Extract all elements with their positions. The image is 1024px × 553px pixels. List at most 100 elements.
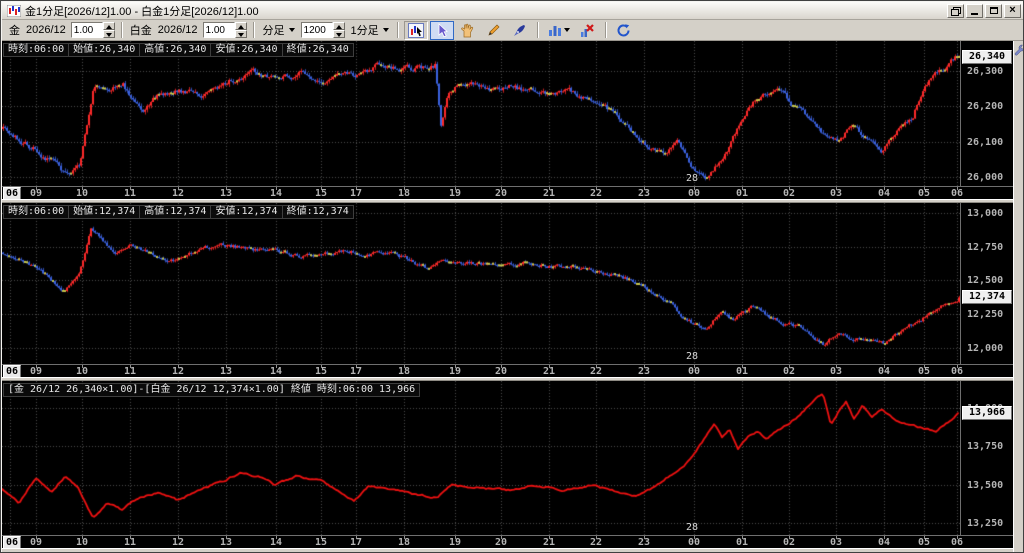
platinum-plot-area[interactable]: 時刻:06:00始値:12,374高値:12,374安値:12,374終値:12… [2,203,960,364]
time-axis-label: 18 [398,537,410,548]
chart-style-button[interactable] [544,21,574,40]
time-axis-label: 18 [398,188,410,199]
period-type-label: 分足 [263,22,285,38]
price-axis-label: 26,300 [967,66,1003,77]
minimize-icon [971,13,978,15]
select-cursor-icon [435,23,449,38]
time-axis-label: 12 [172,366,184,377]
select-cursor-button[interactable] [430,21,454,40]
bar-count-up-button[interactable] [333,22,345,30]
time-axis-label: 21 [543,537,555,548]
gold-plot-area[interactable]: 時刻:06:00始値:26,340高値:26,340安値:26,340終値:26… [2,41,960,186]
time-axis-label: 01 [736,537,748,548]
spread-line-chart[interactable] [2,381,960,535]
time-axis-label: 09 [30,366,42,377]
time-axis-label: 14 [270,188,282,199]
time-axis-label: 20 [495,188,507,199]
time-axis-label: 14 [270,537,282,548]
bar-count-down-button[interactable] [333,30,345,38]
info-segment: 終値:26,340 [282,43,354,57]
gold-candle-chart[interactable] [2,41,960,186]
platinum-multiplier-down-button[interactable] [235,30,247,38]
time-axis-label: 22 [590,366,602,377]
maximize-button[interactable] [985,4,1002,18]
close-button[interactable]: × [1004,4,1021,18]
platinum-candle-chart[interactable] [2,203,960,364]
refresh-button[interactable] [612,21,636,40]
period-type-dropdown[interactable]: 分足 [259,20,299,40]
time-axis-label: 17 [350,188,362,199]
time-axis-label: 10 [76,537,88,548]
delete-drawing-button[interactable] [576,21,600,40]
time-axis-label: 18 [398,366,410,377]
time-axis-label: 04 [878,188,890,199]
date-label: 28 [686,173,698,184]
wrench-icon[interactable] [1014,44,1024,56]
time-axis-label: 09 [30,188,42,199]
bar-count-spinner [301,22,345,38]
bottom-frame-strip [2,548,1013,553]
right-frame-strip [1013,41,1024,553]
refresh-icon [616,23,631,38]
title-bar[interactable]: 金1分足[2026/12]1.00 - 白金1分足[2026/12]1.00 × [2,2,1024,20]
time-axis-label: 12 [172,188,184,199]
gold-multiplier-input[interactable] [71,22,103,38]
gold-month-label: 2026/12 [26,24,66,36]
time-axis-label: 11 [124,537,136,548]
chart-area: 時刻:06:00始値:26,340高値:26,340安値:26,340終値:26… [2,41,1013,548]
platinum-multiplier-input[interactable] [203,22,235,38]
gold-multiplier-spinner [71,22,115,38]
pencil-draw-button[interactable] [482,21,506,40]
toolbar-separator [605,22,607,38]
price-axis-label: 13,500 [967,480,1003,491]
spread-price-axis[interactable]: 14,00013,75013,50013,25013,966 [960,381,1013,548]
hand-pan-icon [460,23,475,38]
float-icon [951,7,960,15]
platinum-price-axis[interactable]: 13,00012,75012,50012,25012,00012,374 [960,203,1013,377]
gold-multiplier-down-button[interactable] [103,30,115,38]
interval-dropdown[interactable]: 1分足 [347,20,393,40]
hand-pan-button[interactable] [456,21,480,40]
time-axis-label: 05 [918,366,930,377]
info-segment: 時刻:06:00 [3,43,69,57]
spread-plot-area[interactable]: [金 26/12 26,340×1.00]-[白金 26/12 12,374×1… [2,381,960,535]
gold-candlestick-panel: 時刻:06:00始値:26,340高値:26,340安値:26,340終値:26… [2,41,1013,199]
spread-time-axis[interactable]: 0609101112131415171819202122230001020304… [2,535,1013,548]
date-label: 28 [686,351,698,362]
time-axis-label: 23 [638,188,650,199]
chart-mode-button[interactable] [404,21,428,40]
pencil-icon [486,23,501,38]
minimize-button[interactable] [966,4,983,18]
price-axis-label: 13,000 [967,208,1003,219]
pen-draw-button[interactable] [508,21,532,40]
bar-count-input[interactable] [301,22,333,38]
time-axis-label: 01 [736,366,748,377]
platinum-month-label: 2026/12 [158,24,198,36]
time-axis-label: 00 [688,188,700,199]
platinum-multiplier-up-button[interactable] [235,22,247,30]
platinum-time-axis[interactable]: 0609101112131415171819202122230001020304… [2,364,1013,377]
platinum-current-price-box: 12,374 [962,290,1012,304]
gold-price-axis[interactable]: 26,30026,20026,10026,00026,340 [960,41,1013,199]
chevron-down-icon [289,28,295,32]
time-axis-label: 21 [543,366,555,377]
time-axis-label: 04 [878,366,890,377]
float-button[interactable] [947,4,964,18]
time-axis-label: 19 [449,537,461,548]
price-axis-label: 26,100 [967,137,1003,148]
window-title: 金1分足[2026/12]1.00 - 白金1分足[2026/12]1.00 [25,3,259,19]
gold-info-line: 時刻:06:00始値:26,340高値:26,340安値:26,340終値:26… [4,43,354,57]
price-axis-label: 26,200 [967,101,1003,112]
gold-multiplier-up-button[interactable] [103,22,115,30]
time-axis-label: 15 [315,366,327,377]
price-axis-label: 12,000 [967,343,1003,354]
chevron-down-icon [383,28,389,32]
pen-icon [512,23,527,38]
time-axis-label: 03 [830,366,842,377]
time-axis-label: 02 [783,366,795,377]
gold-time-axis[interactable]: 0609101112131415171819202122230001020304… [2,186,1013,199]
time-axis-label: 12 [172,537,184,548]
time-axis-label: 03 [830,537,842,548]
info-segment: [金 26/12 26,340×1.00]-[白金 26/12 12,374×1… [3,383,420,397]
time-axis-label: 01 [736,188,748,199]
